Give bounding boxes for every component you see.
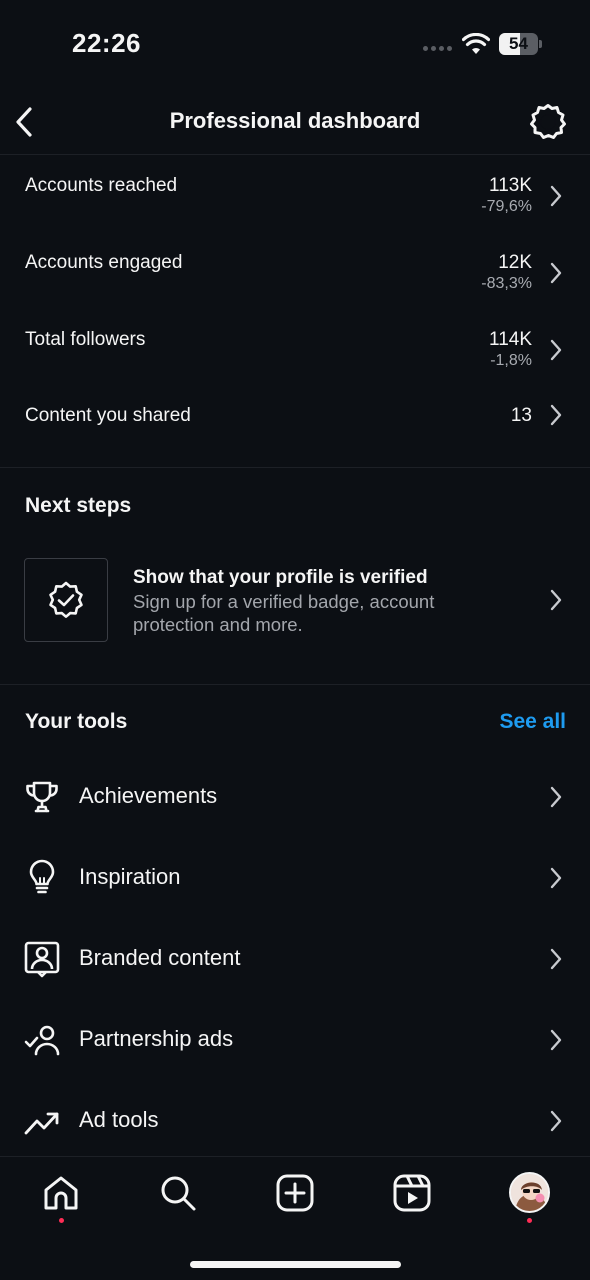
create-icon[interactable]	[275, 1173, 315, 1213]
home-icon[interactable]	[41, 1173, 81, 1213]
reels-icon[interactable]	[392, 1173, 432, 1213]
chevron-right-icon	[550, 1029, 562, 1051]
gear-icon[interactable]	[528, 102, 568, 142]
tool-label: Partnership ads	[79, 1026, 234, 1051]
verify-profile-card[interactable]: Show that your profile is verified Sign …	[0, 555, 590, 645]
see-all-link[interactable]: See all	[499, 710, 566, 734]
avatar-image	[511, 1174, 548, 1211]
metric-value: 12K	[498, 252, 532, 273]
profile-avatar[interactable]	[509, 1172, 550, 1213]
metric-change: -83,3%	[481, 275, 532, 292]
chevron-right-icon	[550, 589, 562, 611]
header: Professional dashboard	[0, 88, 590, 155]
divider	[0, 467, 590, 468]
battery-level: 54	[509, 34, 528, 53]
notification-dot	[59, 1218, 64, 1223]
status-time: 22:26	[72, 28, 141, 58]
cellular-signal-icon	[423, 46, 452, 51]
metric-label: Accounts engaged	[25, 252, 183, 273]
verify-card-description: Sign up for a verified badge, account pr…	[133, 591, 435, 635]
tool-label: Branded content	[79, 945, 241, 970]
metric-value: 113K	[489, 175, 532, 196]
chevron-right-icon	[550, 786, 562, 808]
metric-value: 114K	[489, 329, 532, 350]
next-steps-heading: Next steps	[25, 494, 132, 517]
lightbulb-icon	[29, 859, 55, 894]
trophy-icon	[26, 781, 58, 813]
metric-label: Total followers	[25, 329, 146, 350]
tool-item-achievements[interactable]: Achievements	[0, 765, 590, 825]
chevron-right-icon	[550, 262, 562, 284]
tool-item-inspiration[interactable]: Inspiration	[0, 846, 590, 906]
metric-label: Accounts reached	[25, 175, 178, 196]
bottom-nav	[0, 1156, 590, 1280]
home-indicator	[190, 1261, 401, 1268]
status-bar: 22:26 54	[0, 0, 590, 88]
trending-up-icon	[24, 1112, 59, 1135]
branded-content-icon	[24, 941, 60, 978]
chevron-right-icon	[550, 1110, 562, 1132]
wifi-icon	[462, 33, 490, 54]
chevron-right-icon	[550, 404, 562, 426]
chevron-right-icon	[550, 185, 562, 207]
tool-label: Achievements	[79, 783, 218, 808]
tool-item-branded-content[interactable]: Branded content	[0, 927, 590, 987]
chevron-right-icon	[550, 339, 562, 361]
verified-badge-icon	[49, 581, 83, 618]
your-tools-heading: Your tools	[25, 710, 128, 733]
tool-label: Ad tools	[79, 1107, 159, 1132]
metric-change: -1,8%	[490, 352, 532, 369]
verify-icon-box	[24, 558, 108, 642]
tool-item-partnership-ads[interactable]: Partnership ads	[0, 1008, 590, 1068]
metric-row-total-followers[interactable]: Total followers 114K -1,8%	[0, 329, 590, 399]
chevron-right-icon	[550, 948, 562, 970]
notification-dot	[527, 1218, 532, 1223]
metric-row-content-shared[interactable]: Content you shared 13	[0, 404, 590, 475]
tool-label: Inspiration	[79, 864, 181, 889]
partnership-icon	[24, 1025, 60, 1056]
verify-card-title: Show that your profile is verified	[133, 567, 428, 588]
metric-row-accounts-reached[interactable]: Accounts reached 113K -79,6%	[0, 175, 590, 245]
metric-label: Content you shared	[25, 405, 191, 426]
battery-icon: 54	[499, 33, 543, 55]
metric-value: 13	[510, 405, 532, 426]
search-icon[interactable]	[158, 1173, 198, 1213]
tool-item-ad-tools[interactable]: Ad tools	[0, 1089, 590, 1149]
metric-change: -79,6%	[481, 198, 532, 215]
metric-row-accounts-engaged[interactable]: Accounts engaged 12K -83,3%	[0, 252, 590, 322]
chevron-right-icon	[550, 867, 562, 889]
page-title: Professional dashboard	[169, 108, 421, 133]
divider	[0, 684, 590, 685]
